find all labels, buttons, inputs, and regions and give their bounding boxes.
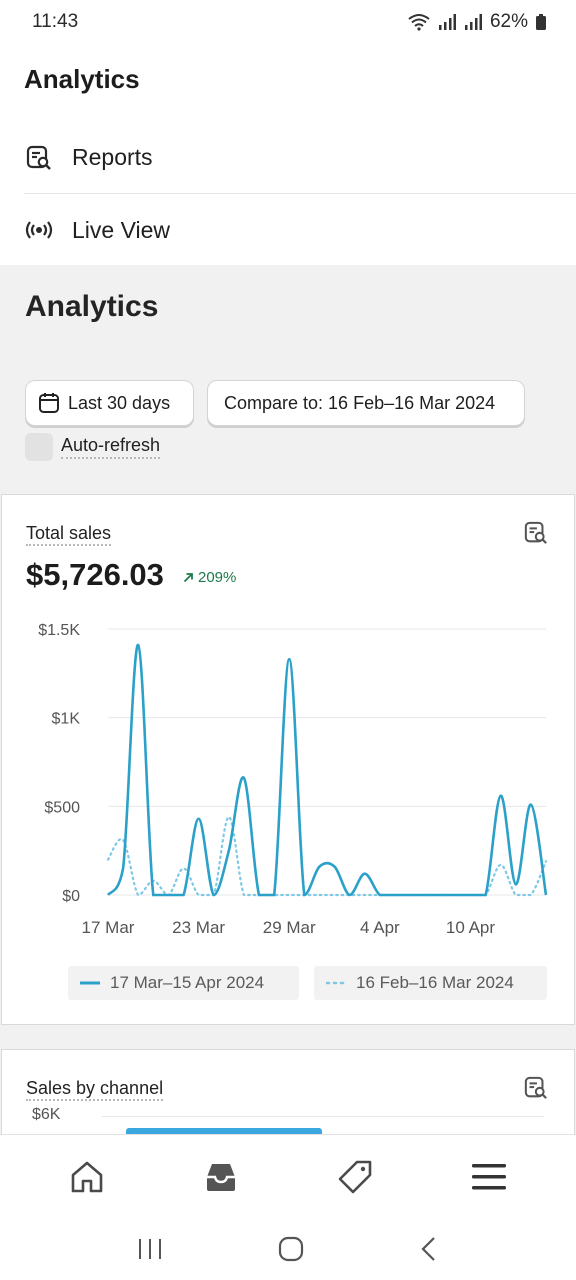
- tag-icon: [338, 1160, 372, 1193]
- x-tick-label: 17 Mar: [82, 918, 135, 937]
- y-tick-label: $0: [62, 888, 80, 905]
- auto-refresh-toggle[interactable]: Auto-refresh: [25, 433, 161, 461]
- nav-item-label: Reports: [72, 144, 153, 170]
- nav-item-live-view[interactable]: Live View: [24, 194, 576, 266]
- status-bar: 11:43 62%: [0, 0, 576, 44]
- bottom-tab-bar: [0, 1134, 576, 1218]
- nav-list: Reports Live View: [0, 122, 576, 266]
- signal-icon: [464, 14, 482, 30]
- battery-icon: [536, 14, 546, 30]
- inbox-icon: [207, 1163, 235, 1191]
- tab-orders[interactable]: [191, 1147, 251, 1207]
- legend-current[interactable]: 17 Mar–15 Apr 2024: [68, 966, 299, 1000]
- home-circle-icon[interactable]: [278, 1236, 304, 1262]
- card-title[interactable]: Sales by channel: [26, 1078, 164, 1101]
- total-sales-card: Total sales $5,726.03 209% $1.5K $1K $500 $…: [1, 494, 575, 1025]
- x-tick-label: 10 Apr: [446, 918, 495, 937]
- arrow-up-right-icon: [183, 573, 193, 583]
- sales-change-value: 209%: [198, 569, 237, 586]
- tab-products[interactable]: [325, 1147, 385, 1207]
- legend-swatch-solid: [80, 981, 100, 985]
- report-search-icon[interactable]: [524, 521, 548, 550]
- menu-icon: [472, 1163, 506, 1189]
- x-tick-label: 23 Mar: [172, 918, 225, 937]
- auto-refresh-label: Auto-refresh: [61, 435, 161, 459]
- signal-icon: [438, 14, 456, 30]
- compare-button[interactable]: Compare to: 16 Feb–16 Mar 2024: [207, 380, 525, 426]
- date-range-label: Last 30 days: [68, 392, 171, 413]
- legend-previous[interactable]: 16 Feb–16 Mar 2024: [314, 966, 547, 1000]
- report-search-icon[interactable]: [524, 1076, 548, 1105]
- card-title[interactable]: Total sales: [26, 523, 112, 546]
- legend-label: 16 Feb–16 Mar 2024: [356, 973, 514, 992]
- series-line-previous: [106, 815, 548, 897]
- y-tick-label: $6K: [32, 1106, 61, 1123]
- broadcast-icon: [24, 215, 54, 245]
- x-tick-label: 4 Apr: [360, 918, 400, 937]
- page-title: Analytics: [25, 290, 159, 323]
- wifi-icon: [408, 14, 430, 31]
- report-search-icon: [24, 143, 54, 173]
- y-tick-label: $1.5K: [38, 622, 80, 639]
- compare-label: Compare to: 16 Feb–16 Mar 2024: [224, 392, 496, 413]
- calendar-icon: [39, 393, 59, 413]
- series-line-current: [106, 643, 548, 897]
- date-range-button[interactable]: Last 30 days: [25, 380, 194, 426]
- x-tick-label: 29 Mar: [263, 918, 316, 937]
- y-tick-label: $1K: [52, 711, 81, 728]
- back-chevron-icon[interactable]: [419, 1236, 439, 1262]
- tab-home[interactable]: [57, 1147, 117, 1207]
- battery-percent: 62%: [489, 11, 528, 32]
- legend-swatch-dotted: [326, 981, 346, 985]
- y-tick-label: $500: [44, 799, 80, 816]
- system-navigation-bar: [0, 1218, 576, 1280]
- home-icon: [71, 1161, 103, 1192]
- gridline: [102, 1116, 544, 1117]
- total-sales-value: $5,726.03: [26, 557, 164, 592]
- auto-refresh-checkbox[interactable]: [25, 433, 53, 461]
- nav-item-reports[interactable]: Reports: [24, 122, 576, 194]
- sales-change: 209%: [183, 569, 236, 586]
- nav-item-label: Live View: [72, 216, 171, 243]
- recent-apps-icon[interactable]: [137, 1237, 163, 1261]
- tab-menu[interactable]: [459, 1147, 519, 1207]
- sales-line-chart: $1.5K $1K $500 $017 Mar 23 Mar 29 Mar 4 Apr 10 …: [38, 622, 548, 937]
- legend-label: 17 Mar–15 Apr 2024: [110, 973, 265, 992]
- status-time: 11:43: [32, 11, 79, 32]
